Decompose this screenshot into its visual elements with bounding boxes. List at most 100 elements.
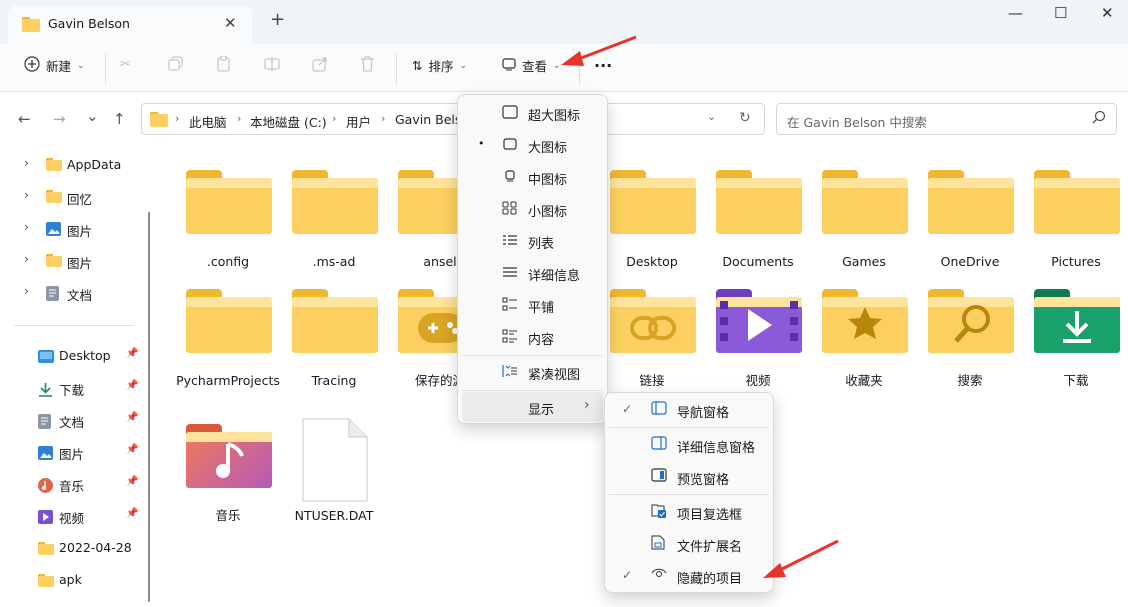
paste-button[interactable] xyxy=(216,55,231,75)
quick-access-documents[interactable]: 文档 📌 xyxy=(0,408,150,434)
submenu-item-preview-pane[interactable]: 预览窗格 xyxy=(609,462,769,492)
maximize-button[interactable]: ☐ xyxy=(1054,4,1067,22)
hidden-items-icon xyxy=(651,567,667,582)
folder-icon xyxy=(38,574,54,590)
chevron-down-icon[interactable]: ⌄ xyxy=(707,110,716,123)
submenu-item-item-checkboxes[interactable]: 项目复选框 xyxy=(609,497,769,527)
pin-icon[interactable]: 📌 xyxy=(126,476,138,487)
cut-button[interactable]: ✂ xyxy=(120,56,130,71)
sidebar-item-pictures[interactable]: › 图片 xyxy=(0,216,150,242)
pin-icon[interactable]: 📌 xyxy=(126,412,138,423)
breadcrumb-users[interactable]: 用户 xyxy=(346,112,371,131)
new-button[interactable]: 新建 ⌄ xyxy=(24,56,85,75)
rename-button[interactable] xyxy=(264,56,280,75)
menu-item-small-icons[interactable]: 小图标 xyxy=(462,194,603,224)
recent-locations-button[interactable]: ⌄ xyxy=(86,107,99,125)
file-item[interactable]: PycharmProjects xyxy=(168,289,280,409)
file-item[interactable]: 收藏夹 xyxy=(804,289,908,389)
view-button[interactable]: 查看 ⌄ xyxy=(502,56,561,75)
quick-access-label: 文档 xyxy=(59,415,85,430)
submenu-item-hidden-items[interactable]: ✓ 隐藏的项目 xyxy=(609,561,769,591)
quick-access-music[interactable]: 音乐 📌 xyxy=(0,472,150,498)
submenu-item-file-extensions[interactable]: 文件扩展名 xyxy=(609,529,769,559)
quick-access-pictures[interactable]: 图片 📌 xyxy=(0,440,150,466)
file-item[interactable]: 音乐 xyxy=(168,424,272,524)
menu-item-list[interactable]: 列表 xyxy=(462,226,603,256)
menu-item-label: 小图标 xyxy=(528,205,568,220)
menu-item-compact-view[interactable]: 紧凑视图 xyxy=(462,357,603,387)
quick-access-downloads[interactable]: 下载 📌 xyxy=(0,376,150,402)
tab-gavin-belson[interactable]: Gavin Belson ✕ xyxy=(8,6,252,44)
sidebar-item-documents[interactable]: › 文档 xyxy=(0,280,150,306)
chevron-right-icon[interactable]: › xyxy=(24,220,29,234)
submenu-item-navigation-pane[interactable]: ✓ 导航窗格 xyxy=(609,395,769,425)
file-name: 视频 xyxy=(745,373,771,388)
file-item[interactable]: 下载 xyxy=(1016,289,1120,389)
search-placeholder: 在 Gavin Belson 中搜索 xyxy=(787,115,927,130)
sidebar-item-pictures-folder[interactable]: › 图片 xyxy=(0,248,150,274)
breadcrumb-this-pc[interactable]: 此电脑 xyxy=(189,112,227,131)
quick-access-2022-04-28[interactable]: 2022-04-28 xyxy=(0,536,150,562)
quick-access-desktop[interactable]: Desktop 📌 xyxy=(0,344,150,370)
file-item[interactable]: .config xyxy=(168,170,272,270)
delete-button[interactable] xyxy=(360,56,375,75)
sidebar-scrollbar[interactable] xyxy=(148,212,150,602)
file-item[interactable]: Games xyxy=(804,170,908,270)
copy-button[interactable] xyxy=(168,56,183,74)
toolbar-divider xyxy=(105,54,106,84)
menu-item-medium-icons[interactable]: 中图标 xyxy=(462,162,603,192)
new-tab-button[interactable]: + xyxy=(270,9,285,30)
chevron-right-icon[interactable]: › xyxy=(24,252,29,266)
sidebar-item-label: AppData xyxy=(67,157,122,172)
menu-item-details[interactable]: 详细信息 xyxy=(462,258,603,288)
chevron-right-icon: › xyxy=(237,112,242,125)
quick-access-label: 2022-04-28 xyxy=(59,540,132,555)
up-button[interactable]: ↑ xyxy=(113,110,126,128)
pin-icon[interactable]: 📌 xyxy=(126,348,138,359)
address-bar[interactable]: › 此电脑 › 本地磁盘 (C:) › 用户 › Gavin Belso ⌄ ↻ xyxy=(141,103,765,135)
menu-item-large-icons[interactable]: • 大图标 xyxy=(462,130,603,160)
file-item[interactable]: .ms-ad xyxy=(274,170,378,270)
view-label: 查看 xyxy=(522,59,548,74)
menu-item-extra-large-icons[interactable]: 超大图标 xyxy=(462,98,603,128)
file-item[interactable]: Tracing xyxy=(274,289,378,389)
file-item[interactable]: Pictures xyxy=(1016,170,1120,270)
search-box[interactable]: 在 Gavin Belson 中搜索 xyxy=(776,103,1117,135)
pin-icon[interactable]: 📌 xyxy=(126,508,138,519)
more-options-button[interactable]: ··· xyxy=(594,56,612,75)
pin-icon[interactable]: 📌 xyxy=(126,380,138,391)
quick-access-videos[interactable]: 视频 📌 xyxy=(0,504,150,530)
share-button[interactable] xyxy=(312,56,328,75)
search-folder-icon xyxy=(928,289,1014,353)
sort-button[interactable]: ⇅ 排序 ⌄ xyxy=(412,56,467,75)
forward-button[interactable]: → xyxy=(53,110,66,128)
menu-item-show[interactable]: 显示 › xyxy=(462,392,603,422)
sidebar-item-appdata[interactable]: › AppData xyxy=(0,152,150,178)
menu-item-label: 详细信息 xyxy=(528,269,581,284)
file-item[interactable]: OneDrive xyxy=(910,170,1014,270)
submenu-item-details-pane[interactable]: 详细信息窗格 xyxy=(609,430,769,460)
pin-icon[interactable]: 📌 xyxy=(126,444,138,455)
sidebar-item-memories[interactable]: › 回忆 xyxy=(0,184,150,210)
quick-access-label: Desktop xyxy=(59,348,111,363)
menu-divider xyxy=(462,355,603,356)
file-item[interactable]: 视频 xyxy=(698,289,802,389)
video-folder-icon xyxy=(716,289,802,353)
close-window-button[interactable]: ✕ xyxy=(1101,4,1114,22)
breadcrumb-local-disk[interactable]: 本地磁盘 (C:) xyxy=(250,112,327,131)
chevron-right-icon[interactable]: › xyxy=(24,284,29,298)
back-button[interactable]: ← xyxy=(18,110,31,128)
chevron-right-icon[interactable]: › xyxy=(24,188,29,202)
chevron-right-icon[interactable]: › xyxy=(24,156,29,170)
file-item[interactable]: Documents xyxy=(698,170,802,270)
file-item[interactable]: 搜索 xyxy=(910,289,1014,389)
minimize-button[interactable]: — xyxy=(1008,4,1023,22)
menu-item-content[interactable]: 内容 xyxy=(462,322,603,352)
quick-access-apk[interactable]: apk xyxy=(0,568,150,594)
file-item[interactable]: NTUSER.DAT xyxy=(274,418,378,524)
file-extension-icon xyxy=(651,535,665,553)
close-tab-icon[interactable]: ✕ xyxy=(224,14,237,32)
chevron-right-icon: › xyxy=(381,112,386,125)
refresh-icon[interactable]: ↻ xyxy=(739,110,751,126)
menu-item-tiles[interactable]: 平铺 xyxy=(462,290,603,320)
